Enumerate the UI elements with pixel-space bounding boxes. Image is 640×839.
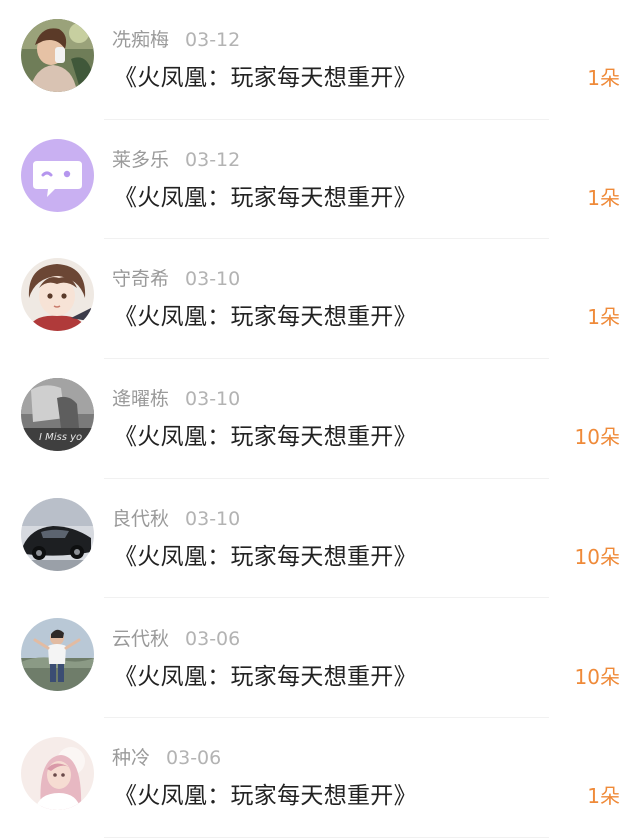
book-title: 《火凤凰：玩家每天想重开》 xyxy=(114,184,417,211)
gift-amount: 10朵 xyxy=(574,425,620,450)
gift-amount: 1朵 xyxy=(587,305,620,330)
date-label: 03-06 xyxy=(166,747,222,770)
avatar[interactable] xyxy=(21,497,94,571)
list-item[interactable]: 冼痴梅 03-12 《火凤凰：玩家每天想重开》 1朵 xyxy=(0,0,640,120)
book-title: 《火凤凰：玩家每天想重开》 xyxy=(114,663,417,690)
gift-amount: 10朵 xyxy=(574,664,620,689)
date-label: 03-06 xyxy=(185,627,241,650)
list-item[interactable]: 莱多乐 03-12 《火凤凰：玩家每天想重开》 1朵 xyxy=(0,120,640,240)
date-label: 03-10 xyxy=(185,268,241,291)
avatar[interactable] xyxy=(21,138,94,212)
list-item[interactable]: 种冷 03-06 《火凤凰：玩家每天想重开》 1朵 xyxy=(0,718,640,838)
user-name: 冼痴梅 03-12 xyxy=(112,29,241,51)
date-label: 03-10 xyxy=(185,388,241,411)
book-title: 《火凤凰：玩家每天想重开》 xyxy=(114,543,417,570)
date-label: 03-12 xyxy=(185,29,241,51)
user-name: 云代秋 03-06 xyxy=(112,627,241,650)
divider xyxy=(104,836,549,838)
date-label: 03-12 xyxy=(185,148,241,171)
user-name: 逄曜栋 03-10 xyxy=(112,388,241,411)
avatar-anime-girl-icon xyxy=(21,258,94,332)
list-item[interactable]: 守奇希 03-10 《火凤凰：玩家每天想重开》 1朵 xyxy=(0,239,640,360)
avatar-girl-pink-hair-icon xyxy=(21,737,94,811)
avatar-purple-chat-bubble-icon xyxy=(21,138,94,212)
book-title: 《火凤凰：玩家每天想重开》 xyxy=(114,424,417,451)
avatar[interactable] xyxy=(21,19,94,92)
list-item[interactable]: 云代秋 03-06 《火凤凰：玩家每天想重开》 10朵 xyxy=(0,599,640,719)
avatar[interactable]: I Miss yo xyxy=(21,378,94,452)
gift-amount: 1朵 xyxy=(587,784,620,809)
list-item[interactable]: 良代秋 03-10 《火凤凰：玩家每天想重开》 10朵 xyxy=(0,479,640,599)
book-title: 《火凤凰：玩家每天想重开》 xyxy=(114,65,417,91)
book-title: 《火凤凰：玩家每天想重开》 xyxy=(114,783,417,810)
avatar[interactable] xyxy=(21,258,94,332)
user-name: 种冷 03-06 xyxy=(112,747,222,770)
avatar-sports-car-icon xyxy=(21,497,94,571)
avatar-child-outdoors-icon xyxy=(21,617,94,691)
book-title: 《火凤凰：玩家每天想重开》 xyxy=(114,304,417,331)
gift-amount: 1朵 xyxy=(587,185,620,210)
gift-amount: 10朵 xyxy=(574,544,620,569)
avatar-grayscale-photo-icon: I Miss yo xyxy=(21,378,94,452)
user-name: 莱多乐 03-12 xyxy=(112,148,241,171)
svg-text:I Miss yo: I Miss yo xyxy=(39,432,82,443)
user-name: 守奇希 03-10 xyxy=(112,268,241,291)
date-label: 03-10 xyxy=(185,507,241,530)
avatar[interactable] xyxy=(21,617,94,691)
avatar-photo-woman-drinking-icon xyxy=(21,19,94,92)
avatar[interactable] xyxy=(21,737,94,811)
gift-amount: 1朵 xyxy=(587,66,620,90)
user-name: 良代秋 03-10 xyxy=(112,507,241,530)
list-item[interactable]: I Miss yo 逄曜栋 03-10 《火凤凰：玩家每天想重开》 10朵 xyxy=(0,359,640,479)
